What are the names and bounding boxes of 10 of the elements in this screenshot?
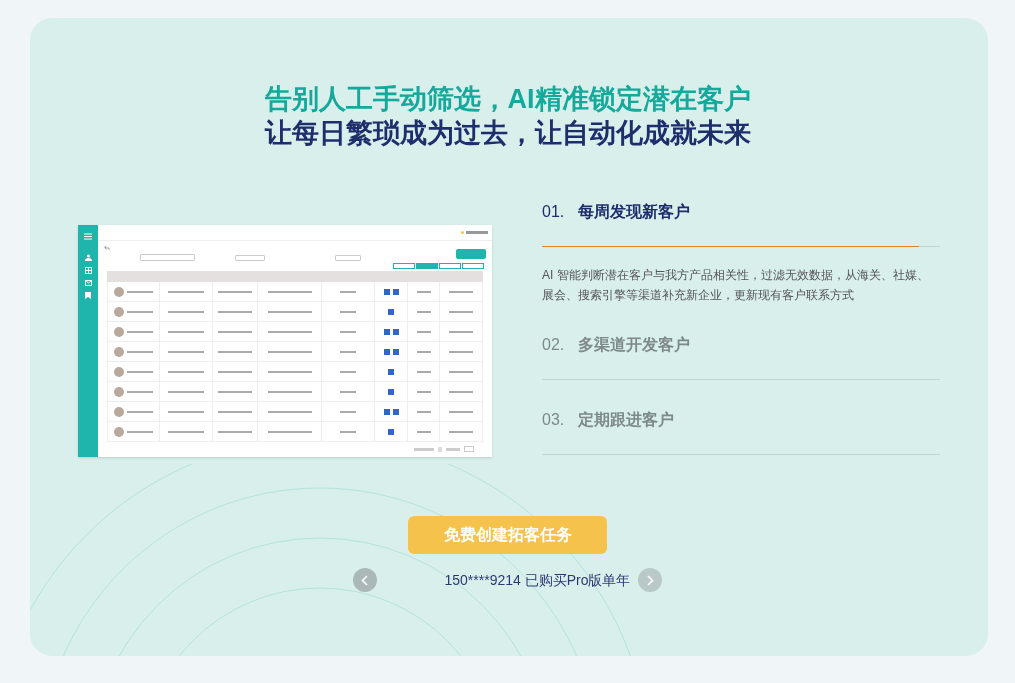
feature-heading[interactable]: 02. 多渠道开发客户 (542, 333, 940, 357)
feature-heading[interactable]: 01. 每周发现新客户 (542, 200, 940, 224)
purchase-notice: 150****9214 已购买Pro版单年 (444, 570, 631, 590)
feature-description: AI 智能判断潜在客户与我方产品相关性，过滤无效数据，从海关、社媒、展会、搜索引擎等渠道补充新企业，更新现有客户联系方式 (542, 267, 930, 304)
create-task-button[interactable]: 免费创建拓客任务 (408, 516, 607, 554)
feature-heading[interactable]: 03. 定期跟进客户 (542, 408, 940, 432)
chevron-left-icon (361, 574, 368, 586)
headline: 告别人工手动筛选，AI精准锁定潜在客户 (264, 83, 751, 116)
subheadline: 让每日繁琐成为过去，让自动化成就未来 (264, 117, 751, 150)
chevron-right-icon (647, 574, 654, 586)
